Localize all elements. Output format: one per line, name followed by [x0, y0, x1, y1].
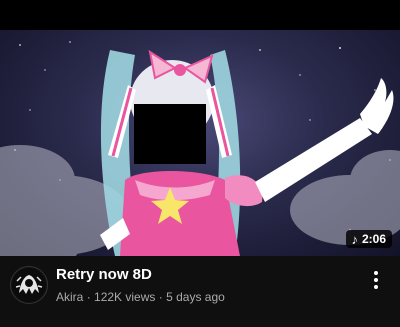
channel-avatar-icon [12, 268, 46, 302]
duration-text: 2:06 [361, 232, 386, 246]
channel-name[interactable]: Akira [56, 290, 83, 304]
view-count: 122K views [94, 290, 156, 304]
upload-age: 5 days ago [166, 290, 225, 304]
duration-badge: ♪ 2:06 [346, 230, 392, 248]
channel-avatar[interactable] [10, 266, 48, 304]
video-title[interactable]: Retry now 8D [56, 266, 152, 283]
separator: · [158, 290, 163, 304]
video-thumbnail[interactable]: ♪ 2:06 [0, 30, 400, 256]
top-black-bar [0, 0, 400, 30]
video-meta: Retry now 8D Akira · 122K views · 5 days… [0, 256, 400, 327]
censor-block [134, 104, 206, 164]
separator: · [86, 290, 91, 304]
thumbnail-artwork [0, 41, 400, 256]
video-subline: Akira · 122K views · 5 days ago [56, 290, 225, 304]
more-vertical-icon[interactable] [368, 268, 384, 292]
music-note-icon: ♪ [351, 231, 358, 247]
